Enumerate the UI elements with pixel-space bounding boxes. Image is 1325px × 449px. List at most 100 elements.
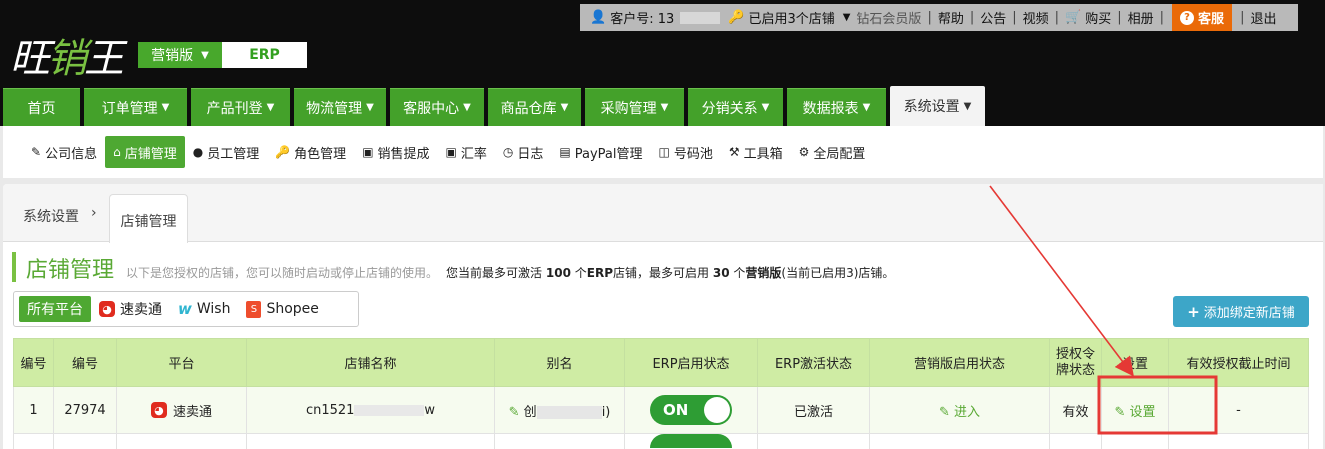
external-link-icon: ✎	[938, 404, 950, 420]
subnav-number-pool[interactable]: ◫ 号码池	[651, 136, 721, 168]
page-description: 以下是您授权的店铺，您可以随时启动或停止店铺的使用。	[126, 266, 439, 280]
cell-expiry: -	[1168, 386, 1309, 434]
subnav-role-management[interactable]: 🔑 角色管理	[267, 136, 354, 168]
notice-link[interactable]: 公告	[980, 8, 1006, 27]
caret-down-icon: ▼	[366, 102, 374, 113]
nav-warehouse[interactable]: 商品仓库 ▼	[488, 88, 581, 126]
edit-icon: ✎	[508, 404, 520, 420]
table-row: 1 27974 ◕ 速卖通 cn1521 w ✎ 创 i) ON 已激活 ✎ 进入 有…	[13, 386, 1309, 434]
nav-distribution[interactable]: 分销关系 ▼	[688, 88, 783, 126]
store-table: 编号 编号 平台 店铺名称 别名 ERP启用状态 ERP激活状态 营销版启用状态…	[13, 338, 1309, 449]
member-level: 钻石会员版	[856, 12, 922, 27]
subnav-log[interactable]: ◷ 日志	[495, 136, 552, 168]
nav-home[interactable]: 首页	[3, 88, 80, 126]
aliexpress-icon: ◕	[99, 301, 115, 317]
hammer-icon: ⚒	[728, 145, 740, 159]
buy-link[interactable]: 🛒 购买	[1065, 8, 1111, 27]
edit-icon: ✎	[1114, 404, 1126, 420]
subnav-store-management[interactable]: ⌂ 店铺管理	[105, 136, 185, 168]
sub-nav: ✎ 公司信息 ⌂ 店铺管理 ● 员工管理 🔑 角色管理 ▣ 销售提成 ▣ 汇率 ◷ 日志 ▤ P…	[3, 126, 1323, 178]
user-icon: 👤	[590, 10, 607, 25]
caret-down-icon: ▼	[266, 102, 275, 113]
erp-toggle[interactable]: ON	[650, 395, 732, 425]
col-index[interactable]: 编号	[13, 338, 54, 387]
col-settings[interactable]: 设置	[1101, 338, 1169, 387]
nav-service-center[interactable]: 客服中心 ▼	[390, 88, 484, 126]
col-marketing-status[interactable]: 营销版启用状态	[869, 338, 1050, 387]
clock-icon: ◷	[502, 145, 514, 159]
cell-empty	[869, 433, 1050, 449]
edition-dropdown[interactable]: 营销版 ▼	[138, 42, 222, 68]
money-icon: ▣	[445, 145, 457, 159]
col-store-name[interactable]: 店铺名称	[246, 338, 495, 387]
store-settings-link[interactable]: ✎ 设置	[1114, 405, 1155, 420]
subnav-sales-commission[interactable]: ▣ 销售提成	[354, 136, 437, 168]
col-alias[interactable]: 别名	[494, 338, 625, 387]
erp-toggle[interactable]	[650, 434, 732, 448]
cell-id: 27974	[53, 386, 117, 434]
subnav-paypal[interactable]: ▤ PayPal管理	[551, 136, 650, 168]
filter-aliexpress[interactable]: ◕ 速卖通	[91, 296, 170, 322]
col-erp-activation[interactable]: ERP激活状态	[757, 338, 870, 387]
col-id[interactable]: 编号	[53, 338, 117, 387]
caret-down-icon: ▼	[842, 12, 851, 23]
help-link[interactable]: 帮助	[938, 8, 964, 27]
filter-shopee[interactable]: S Shopee	[238, 296, 326, 322]
caret-down-icon: ▼	[560, 102, 569, 113]
subnav-exchange-rate[interactable]: ▣ 汇率	[438, 136, 495, 168]
home-icon: ⌂	[113, 145, 121, 159]
app-header: 👤 客户号: 13 🔑 已启用3个店铺 ▼ 钻石会员版 | 帮助 | 公告 | …	[0, 0, 1325, 126]
subnav-global-config[interactable]: ⚙ 全局配置	[791, 136, 874, 168]
col-erp-enabled[interactable]: ERP启用状态	[624, 338, 758, 387]
cell-alias[interactable]: ✎ 创 i)	[494, 386, 625, 434]
edit-icon: ✎	[31, 145, 42, 159]
platform-filter: 所有平台 ◕ 速卖通 w Wish S Shopee	[13, 291, 359, 327]
money-icon: ▣	[362, 145, 374, 159]
col-token-status[interactable]: 授权令牌状态	[1049, 338, 1102, 387]
add-store-button[interactable]: + 添加绑定新店铺	[1173, 296, 1309, 327]
caret-down-icon: ▼	[161, 102, 170, 113]
caret-down-icon: ▼	[201, 49, 209, 61]
filter-wish[interactable]: w Wish	[170, 296, 238, 322]
col-expiry[interactable]: 有效授权截止时间	[1168, 338, 1309, 387]
nav-logistics[interactable]: 物流管理 ▼	[294, 88, 386, 126]
erp-switch-button[interactable]: ERP	[222, 42, 307, 68]
aliexpress-icon: ◕	[150, 402, 167, 418]
subnav-staff-management[interactable]: ● 员工管理	[185, 136, 268, 168]
page-title: 店铺管理 以下是您授权的店铺，您可以随时启动或停止店铺的使用。 您当前最多可激活…	[12, 252, 894, 283]
marketing-enter-link[interactable]: ✎ 进入	[939, 405, 980, 420]
nav-orders[interactable]: 订单管理 ▼	[84, 88, 187, 126]
nav-purchasing[interactable]: 采购管理 ▼	[585, 88, 684, 126]
credit-card-icon: ▤	[559, 145, 571, 159]
cell-erp-enabled: ON	[624, 386, 758, 434]
masked-customer-number	[680, 11, 721, 24]
stores-dropdown[interactable]: 🔑 已启用3个店铺 ▼	[728, 8, 850, 27]
nav-reports[interactable]: 数据报表 ▼	[787, 88, 886, 126]
cell-empty	[1168, 433, 1309, 449]
customer-service-button[interactable]: ? 客服	[1172, 4, 1233, 31]
cart-icon: 🛒	[1065, 10, 1082, 25]
cell-index: 1	[13, 386, 54, 434]
subnav-company-info[interactable]: ✎ 公司信息	[23, 136, 105, 168]
logout-link[interactable]: 退出	[1250, 8, 1276, 27]
gear-icon: ⚙	[798, 145, 810, 159]
tab-store-management[interactable]: 店铺管理	[109, 194, 188, 243]
filter-all-platforms[interactable]: 所有平台	[19, 296, 91, 322]
col-platform[interactable]: 平台	[116, 338, 247, 387]
breadcrumb-root[interactable]: 系统设置	[23, 206, 79, 226]
nav-system-settings[interactable]: 系统设置 ▼	[890, 86, 985, 126]
caret-down-icon: ▼	[463, 102, 471, 113]
video-link[interactable]: 视频	[1023, 8, 1049, 27]
brand-logo[interactable]: 旺销王	[10, 26, 124, 84]
cell-empty	[1101, 433, 1169, 449]
caret-down-icon: ▼	[963, 100, 972, 112]
nav-listings[interactable]: 产品刊登 ▼	[191, 88, 290, 126]
cell-empty	[246, 433, 495, 449]
cell-store-name: cn1521 w	[246, 386, 495, 434]
masked-store-name	[354, 404, 425, 416]
album-link[interactable]: 相册	[1128, 8, 1154, 27]
cell-empty	[494, 433, 625, 449]
question-icon: ?	[1180, 10, 1195, 25]
masked-alias	[536, 405, 602, 419]
subnav-toolbox[interactable]: ⚒ 工具箱	[721, 136, 791, 168]
